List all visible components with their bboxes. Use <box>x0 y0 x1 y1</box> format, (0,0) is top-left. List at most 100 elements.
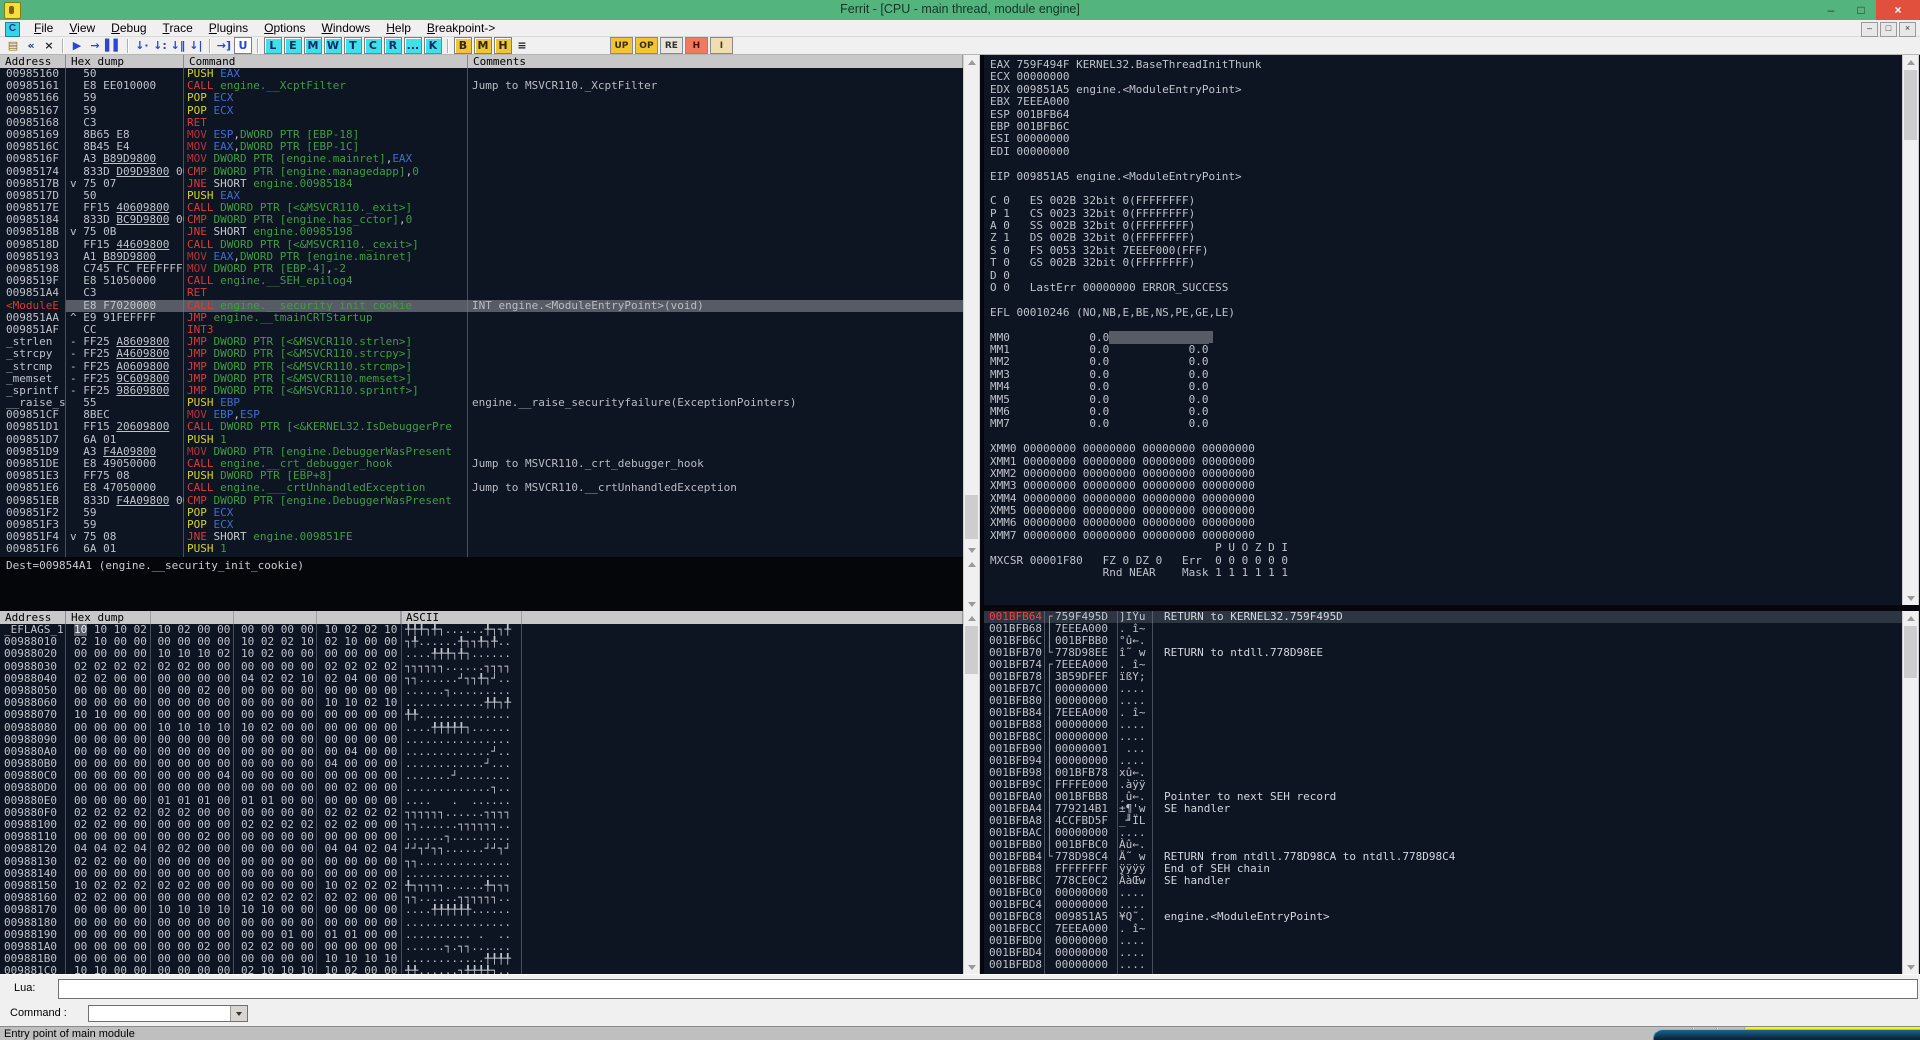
handles-button[interactable]: H <box>494 37 512 54</box>
dump-row[interactable]: 009880D000 00 00 0000 00 00 0000 00 00 0… <box>0 782 963 794</box>
disassembly-pane[interactable]: AddressHex dumpCommandComments 00985160 … <box>0 55 963 557</box>
disasm-row[interactable]: 00985168 C3RET <box>0 117 963 129</box>
disasm-row[interactable]: 009851CF 8BECMOV EBP,ESP <box>0 409 963 421</box>
menu-item-plugins[interactable]: Plugins <box>201 20 256 37</box>
dump-row[interactable]: 0098801002 10 00 0000 00 00 0010 02 02 1… <box>0 636 963 648</box>
menu-item-trace[interactable]: Trace <box>155 20 201 37</box>
threads-button[interactable]: T <box>344 37 362 54</box>
disasm-row[interactable]: 0098518Bv 75 0BJNE SHORT engine.00985198 <box>0 226 963 238</box>
dump-row[interactable]: 0098814000 00 00 0000 00 00 0000 00 00 0… <box>0 868 963 880</box>
disasm-row[interactable]: _strcpy- FF25 A4609800JMP DWORD PTR [<&M… <box>0 348 963 360</box>
dump-row[interactable]: 0098805000 00 00 0000 00 02 0000 00 00 0… <box>0 685 963 697</box>
dump-row[interactable]: 009881B000 00 00 0000 00 00 0000 00 00 0… <box>0 953 963 965</box>
menu-item-options[interactable]: Options <box>256 20 313 37</box>
dump-row[interactable]: 009880C000 00 00 0000 00 00 0400 00 00 0… <box>0 770 963 782</box>
disasm-row[interactable]: 0098517D 50PUSH EAX <box>0 190 963 202</box>
close-x-button[interactable]: × <box>41 38 57 53</box>
dump-row[interactable]: 0098803002 02 02 0202 02 00 0000 00 00 0… <box>0 661 963 673</box>
disasm-row[interactable]: 0098519F E8 51050000CALL engine.__SEH_ep… <box>0 275 963 287</box>
mdi-close-button[interactable]: × <box>1899 22 1916 37</box>
watch-button[interactable]: W <box>324 37 342 54</box>
disasm-row[interactable]: 00985198 C745 FC FEFFFFFFMOV DWORD PTR [… <box>0 263 963 275</box>
disasm-row[interactable]: 009851AA^ E9 91FEFFFFJMP engine.__tmainC… <box>0 312 963 324</box>
up-button[interactable]: UP <box>610 37 633 54</box>
disasm-row[interactable]: 009851A4 C3RET <box>0 287 963 299</box>
disasm-row[interactable]: 009851D7 6A 01PUSH 1 <box>0 434 963 446</box>
animate-over-button[interactable]: ↓| <box>188 38 204 53</box>
dump-row[interactable]: 009880A000 00 00 0000 00 00 0000 00 00 0… <box>0 746 963 758</box>
re-button[interactable]: RE <box>660 37 683 54</box>
more-windows-button[interactable]: ... <box>404 37 422 54</box>
step-run-button[interactable]: → <box>87 38 103 53</box>
u-button[interactable]: U <box>234 37 252 54</box>
menu-item-file[interactable]: File <box>26 20 61 37</box>
chevron-down-icon[interactable] <box>230 1006 247 1021</box>
disasm-row[interactable]: 00985169 8B65 E8MOV ESP,DWORD PTR [EBP-1… <box>0 129 963 141</box>
h-button[interactable]: H <box>685 37 708 54</box>
menu-item-windows[interactable]: Windows <box>314 20 379 37</box>
dump-row[interactable]: 0098807010 10 00 0000 00 00 0000 00 00 0… <box>0 709 963 721</box>
stack-button[interactable]: K <box>424 37 442 54</box>
cpu-button[interactable]: C <box>364 37 382 54</box>
dump-row[interactable]: 0098819000 00 00 0000 00 00 0000 00 01 0… <box>0 929 963 941</box>
disasm-row[interactable]: 0098517Bv 75 07JNE SHORT engine.00985184 <box>0 178 963 190</box>
disasm-row[interactable]: 009851D9 A3 F4A09800MOV DWORD PTR [engin… <box>0 446 963 458</box>
dump-row[interactable]: 009880B000 00 00 0000 00 00 0000 00 00 0… <box>0 758 963 770</box>
disasm-row[interactable]: _sprintf- FF25 98609800JMP DWORD PTR [<&… <box>0 385 963 397</box>
menu-item-view[interactable]: View <box>61 20 103 37</box>
animate-into-button[interactable]: ↓‖ <box>170 38 186 53</box>
disasm-row[interactable]: 009851AF CCINT3 <box>0 324 963 336</box>
disasm-row[interactable]: 00985160 50PUSH EAX <box>0 68 963 80</box>
registers-pane[interactable]: EAX 759F494F KERNEL32.BaseThreadInitThun… <box>984 55 1902 605</box>
disasm-row[interactable]: 00985174 833D D09D9800 00CMP DWORD PTR [… <box>0 166 963 178</box>
disasm-row[interactable]: 0098516C 8B45 E4MOV EAX,DWORD PTR [EBP-1… <box>0 141 963 153</box>
disasm-row[interactable]: 009851F4v 75 08JNE SHORT engine.009851FE <box>0 531 963 543</box>
pause-button[interactable]: ▌▌ <box>105 38 122 53</box>
run-button[interactable]: ▶ <box>69 38 85 53</box>
menu-item-debug[interactable]: Debug <box>103 20 154 37</box>
stack-scrollbar[interactable] <box>1902 611 1919 974</box>
stack-row[interactable]: 001BFBD800000000.... <box>984 959 1902 971</box>
dump-row[interactable]: 009880E000 00 00 0001 01 01 0001 01 00 0… <box>0 795 963 807</box>
hex-dump-pane[interactable]: AddressHex dumpASCII _EFLAGS_110 10 10 0… <box>0 611 963 974</box>
menu-item-help[interactable]: Help <box>378 20 419 37</box>
log-button[interactable]: L <box>264 37 282 54</box>
dump-row[interactable]: 0098811000 00 00 0000 00 02 0000 00 00 0… <box>0 831 963 843</box>
disasm-row[interactable]: __raise_s 55PUSH EBPengine.__raise_secur… <box>0 397 963 409</box>
disasm-row[interactable]: 009851EB 833D F4A09800 00CMP DWORD PTR [… <box>0 495 963 507</box>
dump-row[interactable]: 0098815010 02 02 0202 02 00 0000 00 00 0… <box>0 880 963 892</box>
minimize-button[interactable]: – <box>1816 0 1846 20</box>
dump-row[interactable]: 0098802000 00 00 0010 10 10 0210 02 00 0… <box>0 648 963 660</box>
menu-item-breakpoint[interactable]: Breakpoint-> <box>419 20 503 37</box>
executables-button[interactable]: E <box>284 37 302 54</box>
disasm-row[interactable]: 0098517E FF15 40609800CALL DWORD PTR [<&… <box>0 202 963 214</box>
command-combobox[interactable] <box>88 1005 248 1022</box>
disasm-row[interactable]: 00985193 A1 B89D9800MOV EAX,DWORD PTR [e… <box>0 251 963 263</box>
open-file-button[interactable]: ▤ <box>5 38 21 53</box>
dump-row[interactable]: 0098809000 00 00 0000 00 00 0000 00 00 0… <box>0 734 963 746</box>
restore-button[interactable]: □ <box>1846 0 1876 20</box>
disassembly-scrollbar[interactable] <box>963 55 980 557</box>
close-button[interactable]: × <box>1876 0 1920 20</box>
info-scrollbar[interactable] <box>963 557 980 611</box>
windows-list-button[interactable]: ≡ <box>514 38 530 53</box>
disasm-row[interactable]: 00985161 E8 EE010000CALL engine.__XcptFi… <box>0 80 963 92</box>
memory-button[interactable]: M <box>304 37 322 54</box>
dump-row[interactable]: 009880F002 02 02 0202 02 00 0000 00 00 0… <box>0 807 963 819</box>
disasm-row[interactable]: _memset- FF25 9C609800JMP DWORD PTR [<&M… <box>0 373 963 385</box>
dump-row[interactable]: 0098818000 00 00 0000 00 00 0000 00 00 0… <box>0 917 963 929</box>
cpu-menu-icon[interactable]: C <box>5 22 20 37</box>
dump-row[interactable]: 0098806000 00 00 0000 00 00 0000 00 00 0… <box>0 697 963 709</box>
hex-dump-scrollbar[interactable] <box>963 611 980 974</box>
disasm-row[interactable]: 00985167 59POP ECX <box>0 105 963 117</box>
dump-row[interactable]: _EFLAGS_110 10 10 0210 02 00 0000 00 00 … <box>0 624 963 636</box>
op-button[interactable]: OP <box>635 37 658 54</box>
disasm-row[interactable]: 0098516F A3 B89D9800MOV DWORD PTR [engin… <box>0 153 963 165</box>
disasm-row[interactable]: 009851E6 E8 47050000CALL engine.___crtUn… <box>0 482 963 494</box>
disasm-row[interactable]: 009851E3 FF75 08PUSH DWORD PTR [EBP+8] <box>0 470 963 482</box>
mdi-minimize-button[interactable]: – <box>1861 22 1878 37</box>
breakpoints-button[interactable]: B <box>454 37 472 54</box>
disasm-row[interactable]: 009851DE E8 49050000CALL engine.__crt_de… <box>0 458 963 470</box>
disasm-row[interactable]: 00985166 59POP ECX <box>0 92 963 104</box>
disasm-row[interactable]: 009851D1 FF15 20609800CALL DWORD PTR [<&… <box>0 421 963 433</box>
